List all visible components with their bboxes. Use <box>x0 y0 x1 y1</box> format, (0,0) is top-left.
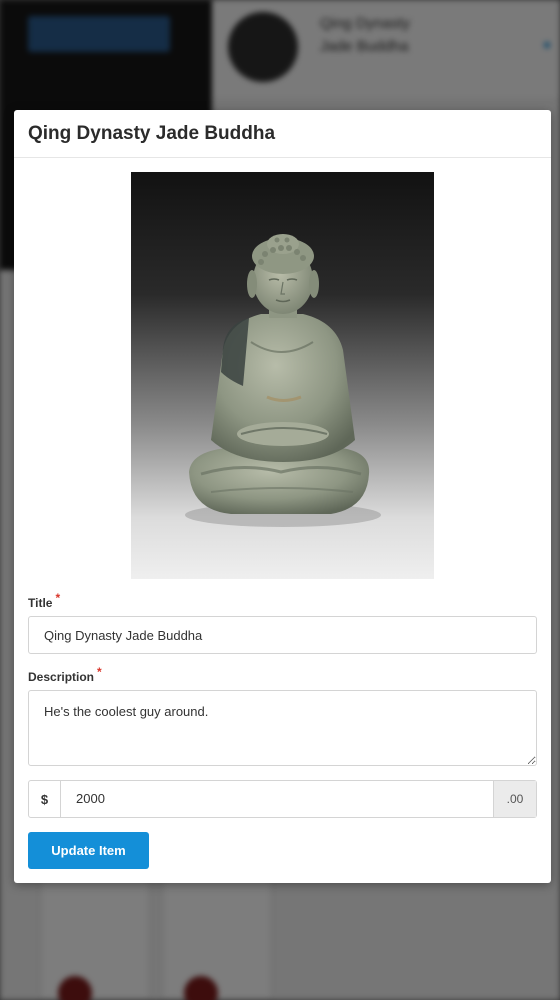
title-label-text: Title <box>28 596 53 610</box>
required-indicator: * <box>55 591 61 605</box>
item-photo <box>131 172 434 579</box>
modal-header: Qing Dynasty Jade Buddha <box>14 110 551 158</box>
description-label-text: Description <box>28 670 95 684</box>
currency-prefix: $ <box>29 781 61 817</box>
description-label: Description * <box>28 665 102 684</box>
edit-item-modal: Qing Dynasty Jade Buddha Title * Qing Dy… <box>14 110 551 883</box>
update-item-button[interactable]: Update Item <box>28 832 149 869</box>
modal-title: Qing Dynasty Jade Buddha <box>28 122 276 144</box>
price-input[interactable] <box>61 781 493 817</box>
price-input-group: $ .00 <box>28 780 537 818</box>
description-textarea[interactable]: He's the coolest guy around. <box>28 690 537 766</box>
title-label: Title * <box>28 591 60 610</box>
title-input[interactable] <box>28 616 537 654</box>
required-indicator: * <box>97 665 102 679</box>
cents-suffix: .00 <box>493 781 536 817</box>
